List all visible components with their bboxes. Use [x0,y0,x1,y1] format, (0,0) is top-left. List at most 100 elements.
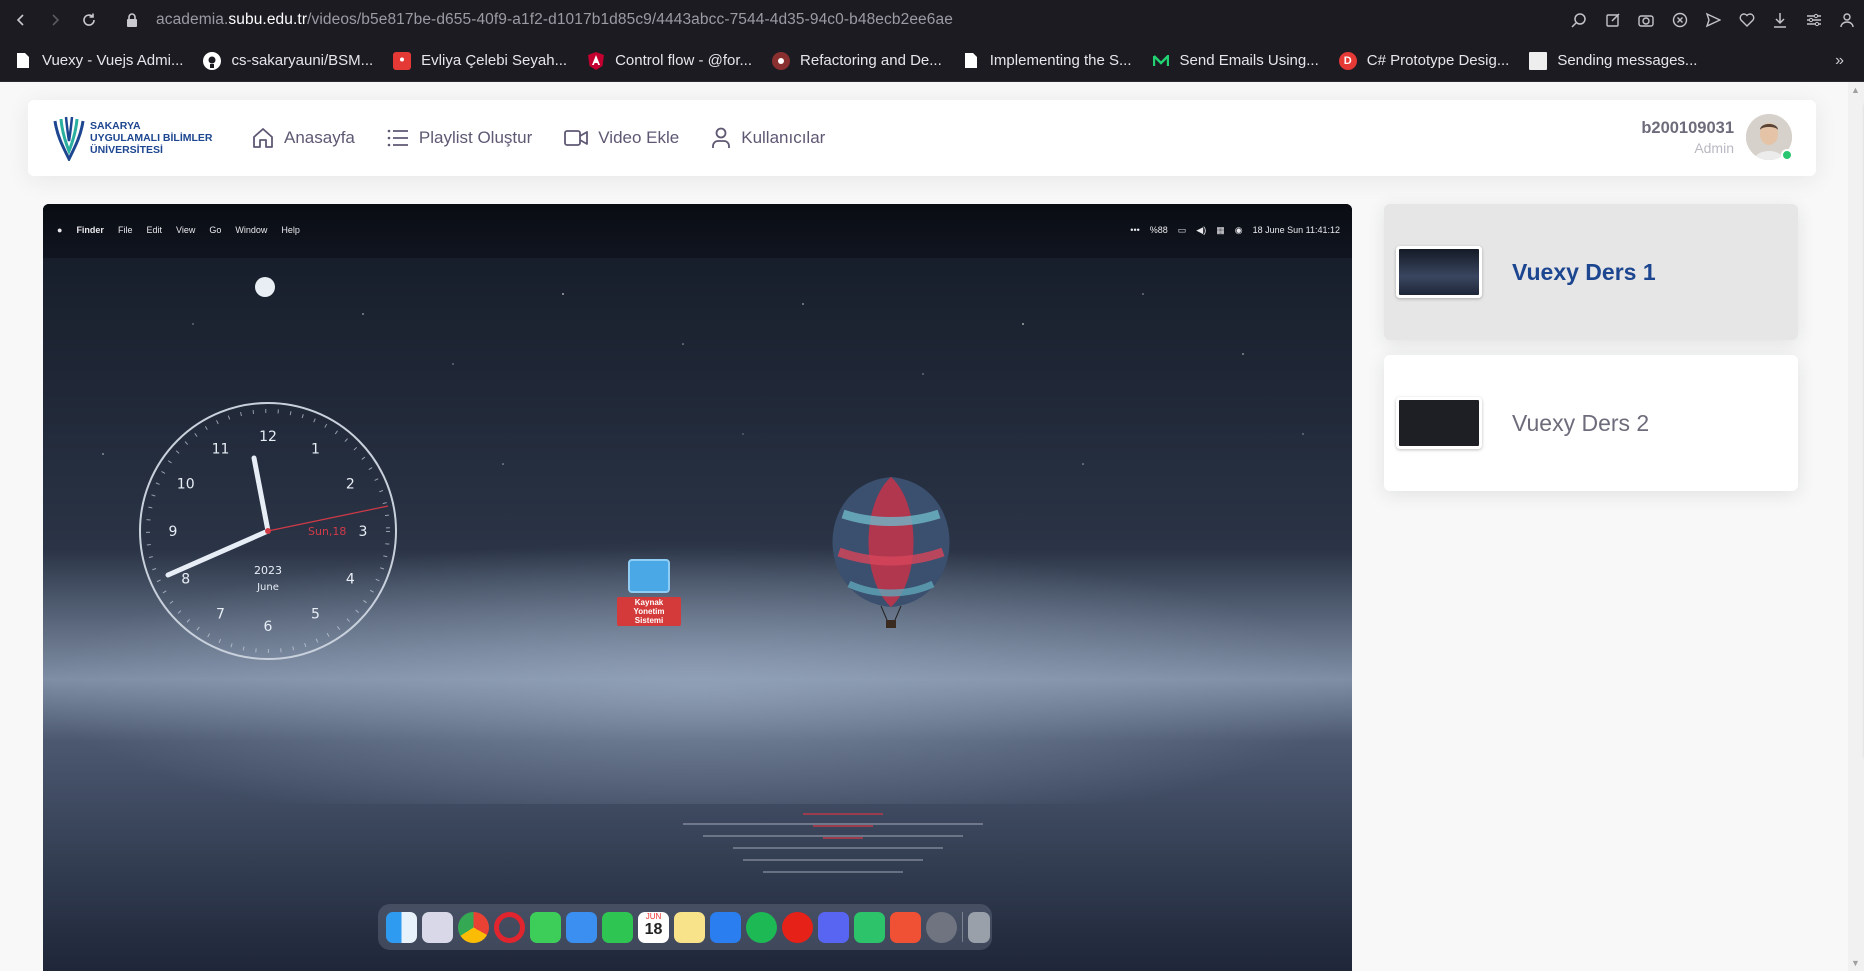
user-role: Admin [1694,139,1734,156]
bookmark-item[interactable]: Send Emails Using... [1152,52,1319,70]
bookmark-item[interactable]: Control flow - @for... [587,51,753,70]
university-logo-icon [53,116,85,161]
bookmark-item[interactable]: Evliya Çelebi Seyah... [393,51,567,70]
scroll-down-icon[interactable]: ▼ [1851,958,1860,968]
video-player[interactable]: 12 1 2 3 4 5 6 7 8 9 10 11 Sun,18 2023 June [43,204,1352,971]
list-icon [387,129,408,147]
download-icon[interactable] [1764,0,1798,40]
bookmark-item[interactable]: Refactoring and De... [772,51,942,70]
nav-users[interactable]: Kullanıcılar [711,127,825,149]
settings-sliders-icon[interactable] [1797,0,1831,40]
siri-icon: ◉ [1234,225,1243,235]
nav-create-playlist[interactable]: Playlist Oluştur [387,128,532,148]
angular-icon [587,51,605,70]
video-thumbnail [1396,397,1482,449]
clock-month: June [256,582,279,593]
clock-number: 12 [259,429,277,445]
bookmark-label: Implementing the S... [989,52,1132,69]
page-icon [14,52,32,70]
mail-icon [566,911,597,943]
bookmark-item[interactable]: Sending messages... [1529,51,1698,70]
send-icon[interactable] [1697,0,1731,40]
lock-icon [126,13,138,27]
map-pin-icon [393,51,412,70]
mac-menu-help: Help [281,225,300,235]
playlist-item[interactable]: Vuexy Ders 2 [1384,355,1798,491]
bookmarks-bar: Vuexy - Vuejs Admi... cs-sakaryauni/BSM.… [0,40,1864,82]
app-store-icon [710,911,741,943]
clock-number: 4 [346,572,355,588]
camera-icon[interactable] [1630,0,1664,40]
volume-icon: ◀) [1196,225,1207,235]
clock-number: 5 [311,606,320,622]
mac-menu-view: View [175,225,196,235]
nav-home-label: Anasayfa [284,128,355,147]
avatar[interactable] [1746,114,1793,161]
app-navbar: SAKARYA UYGULAMALI BİLİMLER ÜNİVERSİTESİ… [28,100,1816,176]
profile-icon[interactable] [1831,0,1864,40]
url-host: subu.edu.tr [228,11,308,28]
d-icon: D [1338,51,1357,70]
clock-number: 3 [359,524,368,540]
nav-home[interactable]: Anasayfa [252,127,355,149]
bookmark-label: Vuexy - Vuejs Admi... [42,52,184,69]
bookmark-label: Sending messages... [1557,52,1698,69]
apple-icon: ● [57,225,63,235]
image-icon [1529,51,1548,70]
clock-number: 10 [177,477,195,493]
chevron-double-right-icon[interactable]: » [1835,52,1844,70]
opera-icon [494,911,525,943]
mac-menu-window: Window [235,225,268,235]
user-dropdown[interactable]: b200109031 Admin [1641,114,1793,161]
forward-button[interactable] [38,0,72,40]
bookmark-label: Refactoring and De... [800,52,942,69]
messages-icon [530,911,561,943]
playlist-item[interactable]: Vuexy Ders 1 [1384,204,1798,340]
university-name: SAKARYA UYGULAMALI BİLİMLER ÜNİVERSİTESİ [90,120,213,156]
bookmark-label: Send Emails Using... [1179,52,1319,69]
dock-calendar-month: JUN [645,911,662,921]
mailtrap-icon [1152,52,1170,70]
url-path: /videos/b5e817be-d655-40f9-a1f2-d1017b1d… [307,11,953,28]
main-menu: Anasayfa Playlist Oluştur Video Ekle Kul… [252,127,857,149]
page-scrollbar[interactable]: ▲ ▼ [1848,82,1864,971]
close-circle-icon[interactable] [1663,0,1697,40]
heart-icon[interactable] [1730,0,1764,40]
mac-menubar: ● Finder File Edit View Go Window Help •… [43,204,1352,258]
system-preferences-icon [926,911,957,943]
brand-line-2: UYGULAMALI BİLİMLER [90,132,213,144]
reload-button[interactable] [72,0,106,40]
playlist-item-title: Vuexy Ders 1 [1512,258,1656,285]
university-logo[interactable]: SAKARYA UYGULAMALI BİLİMLER ÜNİVERSİTESİ [52,115,230,161]
clock-day: Sun,18 [308,525,346,538]
bookmark-item[interactable]: D C# Prototype Desig... [1338,51,1510,70]
control-center-icon: ▦ [1216,225,1225,235]
forward-arrow-icon [52,14,60,26]
dock-calendar-day: 18 [644,920,663,938]
user-icon [712,127,731,148]
back-button[interactable] [4,0,38,40]
bookmark-item[interactable]: Vuexy - Vuejs Admi... [14,52,183,70]
bookmark-label: C# Prototype Desig... [1366,52,1510,69]
bookmark-item[interactable]: Implementing the S... [962,52,1132,70]
edit-icon[interactable] [1596,0,1630,40]
clock-number: 6 [264,619,273,635]
address-bar[interactable]: academia.subu.edu.tr/videos/b5e817be-d65… [126,0,953,40]
scroll-up-icon[interactable]: ▲ [1851,85,1860,95]
mac-dock: JUN 18 [378,904,992,950]
folder-icon [628,559,670,593]
nav-add-video[interactable]: Video Ekle [564,128,679,148]
trash-icon [968,911,990,943]
nav-users-label: Kullanıcılar [741,128,826,147]
brand-line-1: SAKARYA [90,120,141,132]
nav-create-playlist-label: Playlist Oluştur [418,128,533,147]
video-camera-icon [564,130,589,146]
search-icon[interactable] [1563,0,1597,40]
bookmark-item[interactable]: cs-sakaryauni/BSM... [203,51,373,70]
folder-label-line-1: Kaynak Yonetim [633,598,665,616]
bookmark-label: Control flow - @for... [615,52,753,69]
github-icon [203,51,222,70]
online-status-dot [1781,149,1793,161]
whatsapp-icon [854,911,885,943]
nav-add-video-label: Video Ekle [598,128,680,147]
